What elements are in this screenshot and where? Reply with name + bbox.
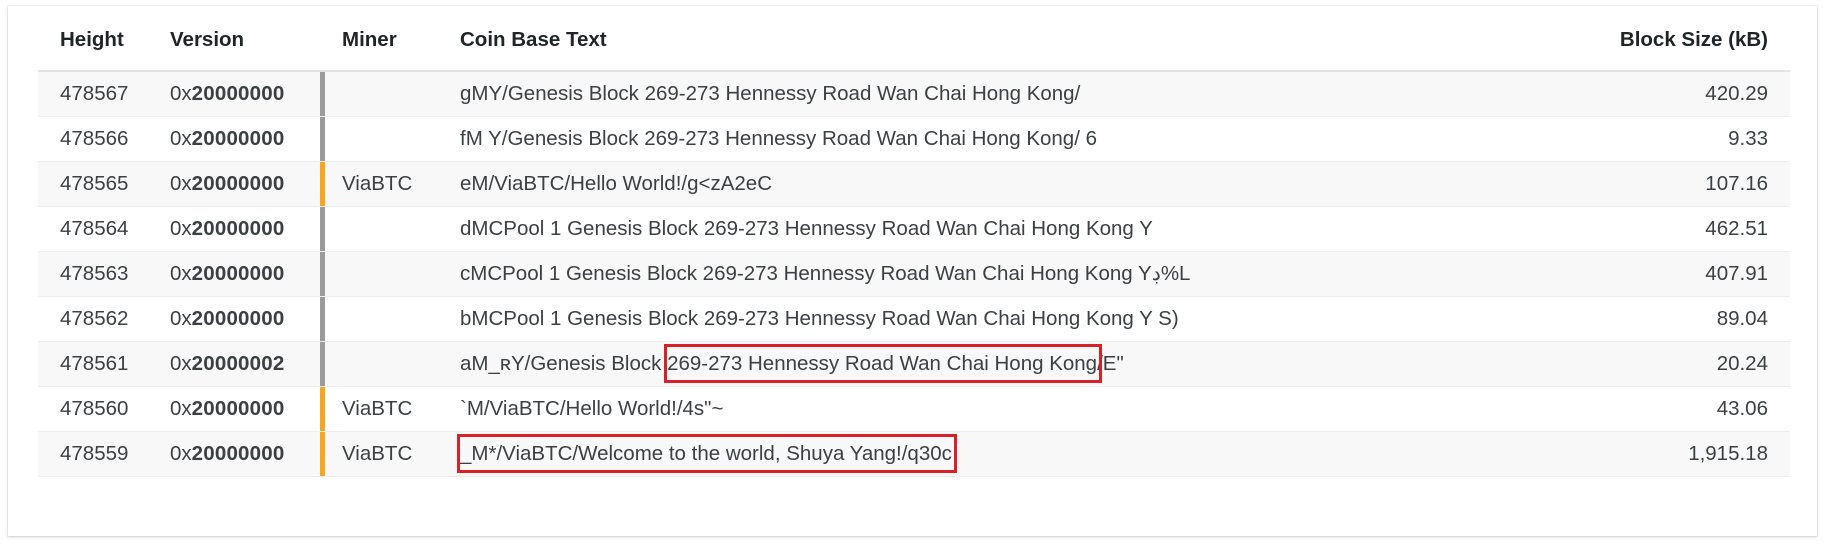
miner-label: ViaBTC	[342, 396, 413, 420]
version-hex-value: 20000000	[191, 261, 285, 285]
version-hex-prefix: 0x	[170, 261, 192, 285]
screenshot-root: Height Version Miner Coin Base Text Bloc…	[0, 0, 1825, 555]
miner-color-bar	[320, 386, 325, 431]
cell-version: 0x20000000	[160, 251, 320, 297]
cell-height[interactable]: 478562	[38, 296, 160, 342]
cell-coinbase-text[interactable]: dMCPool 1 Genesis Block 269-273 Hennessy…	[438, 206, 1600, 252]
column-header-coinbase[interactable]: Coin Base Text	[438, 28, 1600, 72]
header-row: Height Version Miner Coin Base Text Bloc…	[38, 28, 1790, 72]
table-row[interactable]: 478563 0x20000000 cMCPool 1 Genesis Block …	[38, 251, 1790, 297]
table-row[interactable]: 478559 0x20000000 ViaBTC _M*/ViaBTC/Welcome…	[38, 431, 1790, 477]
version-hex-value: 20000000	[191, 216, 285, 240]
cell-height[interactable]: 478567	[38, 71, 160, 117]
miner-label: ViaBTC	[342, 441, 413, 465]
cell-version: 0x20000000	[160, 431, 320, 477]
cell-block-size: 407.91	[1600, 251, 1790, 297]
miner-color-bar	[320, 251, 325, 296]
cell-version: 0x20000000	[160, 206, 320, 252]
cell-block-size: 1,915.18	[1600, 431, 1790, 477]
cell-block-size: 43.06	[1600, 386, 1790, 432]
cell-version: 0x20000000	[160, 296, 320, 342]
cell-version: 0x20000000	[160, 71, 320, 117]
cell-miner[interactable]	[320, 206, 438, 252]
miner-color-bar	[320, 116, 325, 161]
cell-coinbase-text[interactable]: fM Y/Genesis Block 269-273 Hennessy Road…	[438, 116, 1600, 162]
column-header-block-size[interactable]: Block Size (kB)	[1600, 28, 1790, 72]
version-hex-prefix: 0x	[170, 81, 192, 105]
cell-coinbase-text[interactable]: gMY/Genesis Block 269-273 Hennessy Road …	[438, 71, 1600, 117]
miner-color-bar	[320, 72, 325, 116]
miner-color-bar	[320, 206, 325, 251]
cell-miner[interactable]: ViaBTC	[320, 386, 438, 432]
version-hex-value: 20000000	[191, 81, 285, 105]
cell-miner[interactable]	[320, 116, 438, 162]
version-hex-prefix: 0x	[170, 126, 192, 150]
table-row[interactable]: 478560 0x20000000 ViaBTC `M/ViaBTC/Hello Wo…	[38, 386, 1790, 432]
cell-miner[interactable]	[320, 71, 438, 117]
cell-version: 0x20000000	[160, 161, 320, 207]
table-row[interactable]: 478562 0x20000000 bMCPool 1 Genesis Block …	[38, 296, 1790, 342]
miner-color-bar	[320, 431, 325, 476]
table-row[interactable]: 478564 0x20000000 dMCPool 1 Genesis Block …	[38, 206, 1790, 252]
column-header-miner[interactable]: Miner	[320, 28, 438, 72]
cell-block-size: 20.24	[1600, 341, 1790, 387]
cell-coinbase-text[interactable]: bMCPool 1 Genesis Block 269-273 Hennessy…	[438, 296, 1600, 342]
cell-height[interactable]: 478560	[38, 386, 160, 432]
cell-block-size: 462.51	[1600, 206, 1790, 252]
table-row[interactable]: 478561 0x20000002 aM_ʀY/Genesis Block 269-…	[38, 341, 1790, 387]
cell-height[interactable]: 478561	[38, 341, 160, 387]
cell-version: 0x20000002	[160, 341, 320, 387]
miner-label: ViaBTC	[342, 171, 413, 195]
cell-miner[interactable]: ViaBTC	[320, 431, 438, 477]
table-row[interactable]: 478566 0x20000000 fM Y/Genesis Block 269-2…	[38, 116, 1790, 162]
cell-coinbase-text[interactable]: cMCPool 1 Genesis Block 269-273 Hennessy…	[438, 251, 1600, 297]
version-hex-value: 20000000	[191, 396, 285, 420]
version-hex-value: 20000000	[191, 126, 285, 150]
column-header-height[interactable]: Height	[38, 28, 160, 72]
cell-miner[interactable]	[320, 296, 438, 342]
cell-version: 0x20000000	[160, 386, 320, 432]
miner-color-bar	[320, 296, 325, 341]
cell-height[interactable]: 478559	[38, 431, 160, 477]
cell-miner[interactable]: ViaBTC	[320, 161, 438, 207]
table-row[interactable]: 478567 0x20000000 gMY/Genesis Block 269-27…	[38, 71, 1790, 117]
miner-color-bar	[320, 161, 325, 206]
miner-color-bar	[320, 341, 325, 386]
cell-height[interactable]: 478563	[38, 251, 160, 297]
cell-block-size: 107.16	[1600, 161, 1790, 207]
cell-block-size: 89.04	[1600, 296, 1790, 342]
cell-height[interactable]: 478565	[38, 161, 160, 207]
cell-block-size: 9.33	[1600, 116, 1790, 162]
version-hex-prefix: 0x	[170, 216, 192, 240]
cell-version: 0x20000000	[160, 116, 320, 162]
version-hex-value: 20000000	[191, 171, 285, 195]
version-hex-value: 20000000	[191, 441, 285, 465]
cell-coinbase-text[interactable]: _M*/ViaBTC/Welcome to the world, Shuya Y…	[438, 431, 1600, 477]
version-hex-value: 20000000	[191, 306, 285, 330]
table-body: 478567 0x20000000 gMY/Genesis Block 269-27…	[38, 71, 1790, 477]
blocks-table-card: Height Version Miner Coin Base Text Bloc…	[8, 6, 1817, 536]
cell-height[interactable]: 478566	[38, 116, 160, 162]
cell-coinbase-text[interactable]: `M/ViaBTC/Hello World!/4s"~	[438, 386, 1600, 432]
table-header: Height Version Miner Coin Base Text Bloc…	[38, 28, 1790, 72]
version-hex-value: 20000002	[191, 351, 285, 375]
version-hex-prefix: 0x	[170, 441, 192, 465]
cell-miner[interactable]	[320, 251, 438, 297]
blocks-table: Height Version Miner Coin Base Text Bloc…	[38, 28, 1790, 477]
version-hex-prefix: 0x	[170, 171, 192, 195]
cell-height[interactable]: 478564	[38, 206, 160, 252]
version-hex-prefix: 0x	[170, 396, 192, 420]
cell-coinbase-text[interactable]: eM/ViaBTC/Hello World!/g<zA2eC	[438, 161, 1600, 207]
cell-coinbase-text[interactable]: aM_ʀY/Genesis Block 269-273 Hennessy Roa…	[438, 341, 1600, 387]
cell-block-size: 420.29	[1600, 71, 1790, 117]
cell-miner[interactable]	[320, 341, 438, 387]
version-hex-prefix: 0x	[170, 351, 192, 375]
table-row[interactable]: 478565 0x20000000 ViaBTC eM/ViaBTC/Hello Wo…	[38, 161, 1790, 207]
column-header-version[interactable]: Version	[160, 28, 320, 72]
version-hex-prefix: 0x	[170, 306, 192, 330]
